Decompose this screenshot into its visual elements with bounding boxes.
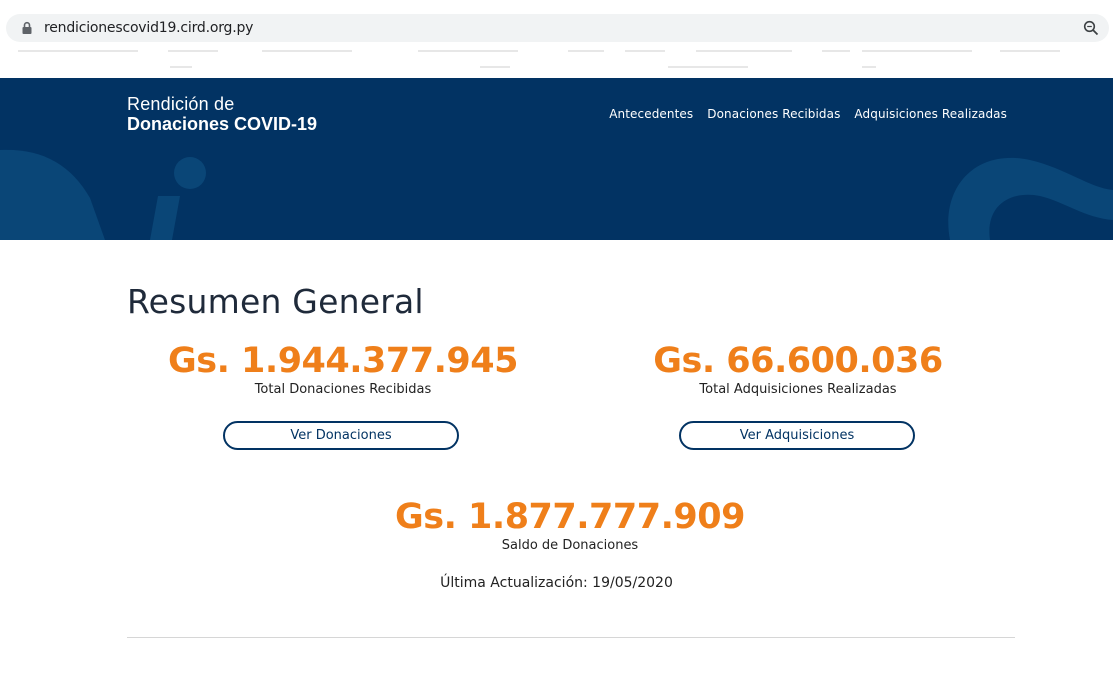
main-nav: Antecedentes Donaciones Recibidas Adquis… [609, 107, 1007, 121]
nav-antecedentes[interactable]: Antecedentes [609, 107, 693, 121]
bookmarks-bar [0, 44, 1113, 78]
donations-total-amount: Gs. 1.944.377.945 [168, 341, 518, 381]
nav-donaciones-recibidas[interactable]: Donaciones Recibidas [707, 107, 840, 121]
site-header: Rendición de Donaciones COVID-19 Anteced… [0, 78, 1113, 240]
balance-caption: Saldo de Donaciones [501, 538, 639, 553]
balance-amount: Gs. 1.877.777.909 [395, 497, 745, 537]
view-donations-button[interactable]: Ver Donaciones [223, 421, 459, 450]
url-bar[interactable]: rendicionescovid19.cird.org.py [6, 14, 1109, 42]
donations-summary: Gs. 1.944.377.945 Total Donaciones Recib… [128, 341, 558, 399]
acquisitions-total-amount: Gs. 66.600.036 [653, 341, 943, 381]
last-updated: Última Actualización: 19/05/2020 [440, 575, 673, 591]
balance-summary: Gs. 1.877.777.909 Saldo de Donaciones [355, 497, 785, 555]
acquisitions-summary: Gs. 66.600.036 Total Adquisiciones Reali… [583, 341, 1013, 399]
section-divider [127, 637, 1015, 638]
acquisitions-total-caption: Total Adquisiciones Realizadas [699, 382, 897, 397]
brand-line-2: Donaciones COVID-19 [127, 114, 318, 134]
page-title: Resumen General [127, 282, 424, 321]
brand-line-1: Rendición de [127, 94, 235, 114]
zoom-icon[interactable] [1083, 20, 1099, 36]
browser-address-bar: rendicionescovid19.cird.org.py [0, 0, 1113, 78]
site-brand[interactable]: Rendición de Donaciones COVID-19 [127, 94, 317, 134]
url-text[interactable]: rendicionescovid19.cird.org.py [44, 20, 253, 36]
donations-total-caption: Total Donaciones Recibidas [254, 382, 432, 397]
lock-icon [22, 21, 32, 34]
view-acquisitions-button[interactable]: Ver Adquisiciones [679, 421, 915, 450]
nav-adquisiciones-realizadas[interactable]: Adquisiciones Realizadas [854, 107, 1007, 121]
